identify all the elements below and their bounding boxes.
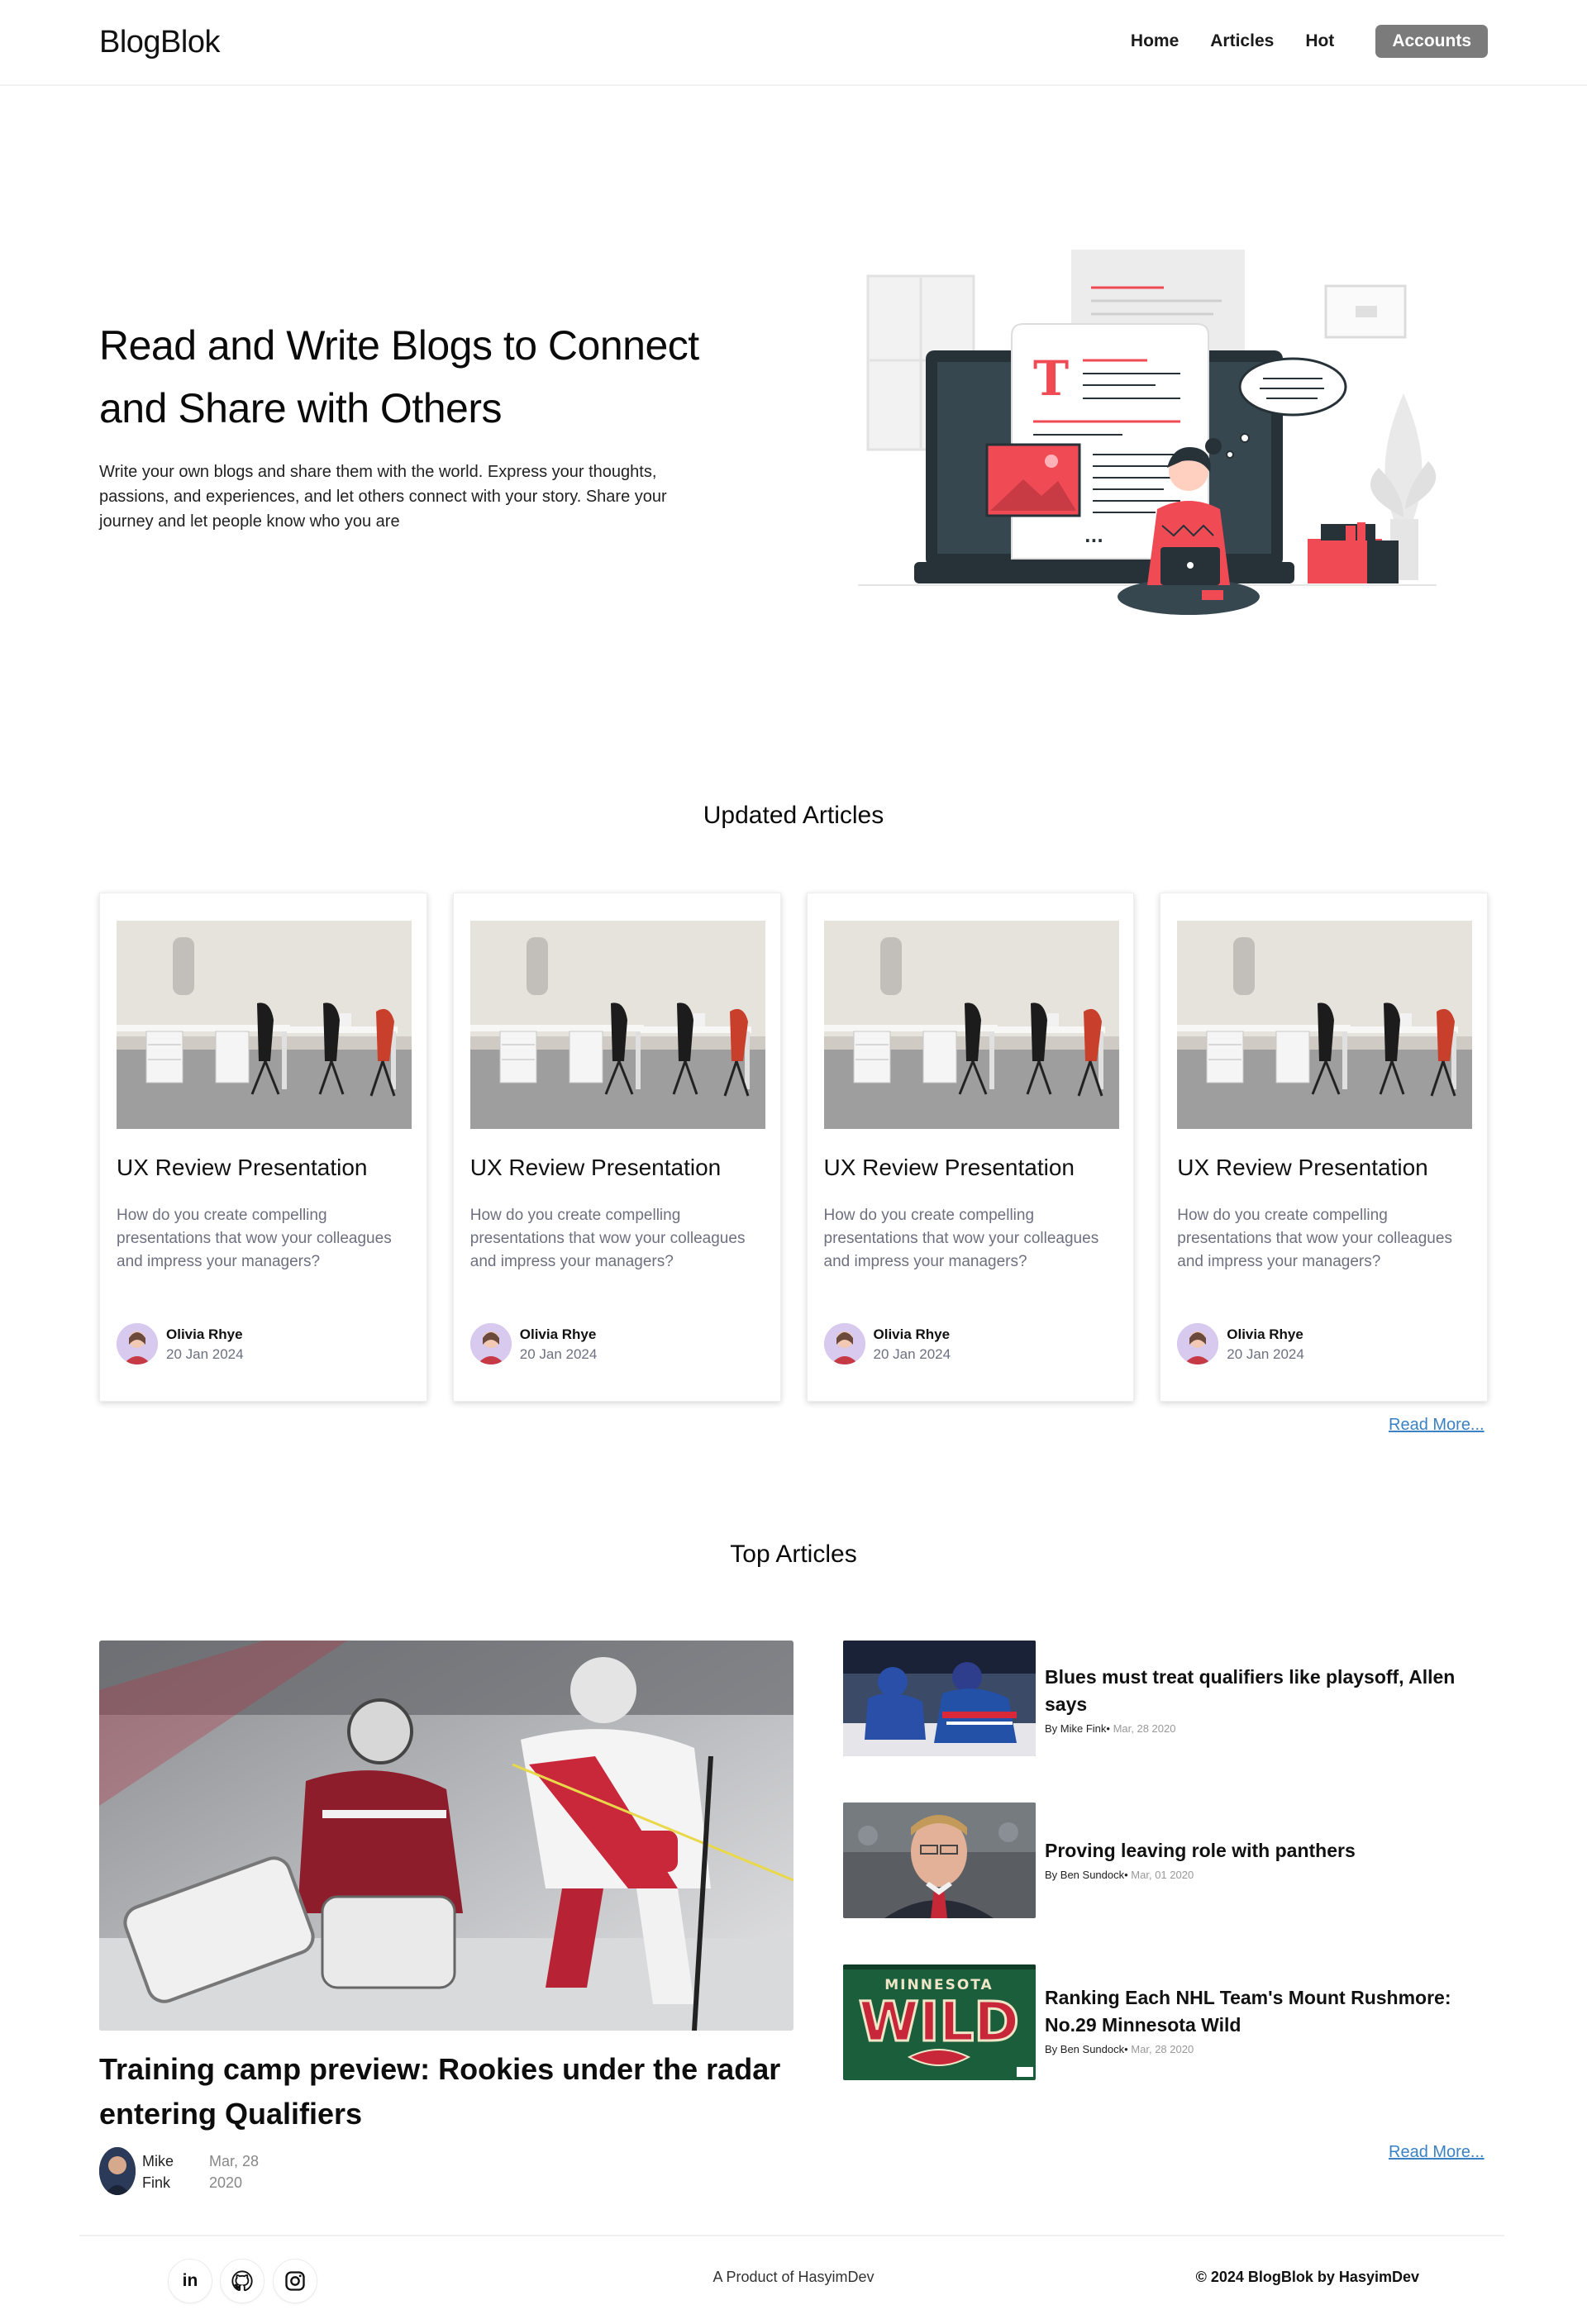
coach-portrait-photo [843, 1803, 1036, 1918]
nav-articles-link[interactable]: Articles [1210, 31, 1274, 51]
side-article-meta: By Ben Sundock• Mar, 01 2020 [1045, 1869, 1194, 1881]
author-name: Olivia Rhye [1227, 1326, 1303, 1342]
updated-articles-grid: UX Review Presentation How do you create… [99, 893, 1488, 1402]
nav-links: Home Articles Hot Accounts [1099, 25, 1488, 58]
article-date: 20 Jan 2024 [166, 1346, 244, 1362]
brand-logo[interactable]: BlogBlok [99, 25, 220, 60]
article-card[interactable]: UX Review Presentation How do you create… [1160, 893, 1488, 1402]
side-article-title[interactable]: Blues must treat qualifiers like playsof… [1045, 1664, 1488, 1718]
avatar [823, 1323, 865, 1364]
svg-text:...: ... [1084, 526, 1103, 546]
author-name: By Ben Sundock [1045, 1869, 1125, 1881]
author-name: Olivia Rhye [519, 1326, 597, 1342]
avatar [99, 2147, 136, 2195]
svg-text:T: T [1033, 350, 1069, 407]
top-navbar: BlogBlok Home Articles Hot Accounts [0, 0, 1587, 86]
card-title[interactable]: UX Review Presentation [470, 1155, 768, 1181]
nav-home-link[interactable]: Home [1131, 31, 1179, 51]
avatar [1177, 1323, 1219, 1364]
hero-title: Read and Write Blogs to Connect and Shar… [99, 322, 699, 431]
side-article-item[interactable]: MINNESOTA WILD Ranking Each NHL Team's M… [843, 1964, 1488, 2080]
card-description: How do you create compelling presentatio… [823, 1207, 1099, 1270]
article-date: 20 Jan 2024 [1227, 1346, 1304, 1362]
top-articles-title: Top Articles [730, 1541, 857, 1568]
article-date: 20 Jan 2024 [873, 1346, 951, 1362]
card-author: Olivia Rhye 20 Jan 2024 [469, 1323, 768, 1366]
hero-illustration: T ... [858, 250, 1437, 615]
side-article-item[interactable]: Proving leaving role with panthers By Be… [843, 1803, 1488, 1918]
footer-divider [79, 2235, 1504, 2236]
feature-article-author: Mike Fink Mar, 28 2020 [99, 2147, 347, 2197]
office-photo [823, 921, 1119, 1129]
article-card[interactable]: UX Review Presentation How do you create… [452, 893, 781, 1402]
avatar [469, 1323, 512, 1364]
hockey-feature-photo[interactable] [99, 1641, 794, 2031]
footer-copyright: © 2024 BlogBlok by HasyimDev [1195, 2269, 1419, 2285]
top-read-more-link[interactable]: Read More... [1389, 2143, 1485, 2162]
card-author: Olivia Rhye 20 Jan 2024 [823, 1323, 1122, 1366]
article-date: Mar, 01 2020 [1131, 1869, 1194, 1881]
author-name: Olivia Rhye [873, 1326, 951, 1342]
article-card[interactable]: UX Review Presentation How do you create… [806, 893, 1135, 1402]
avatar [117, 1323, 158, 1364]
author-name: Olivia Rhye [166, 1326, 243, 1342]
author-name: Mike Fink [142, 2153, 174, 2191]
side-article-meta: By Ben Sundock• Mar, 28 2020 [1045, 2043, 1194, 2055]
article-date: 20 Jan 2024 [519, 1346, 598, 1362]
side-article-item[interactable]: Blues must treat qualifiers like playsof… [843, 1641, 1488, 1756]
minnesota-wild-logo: MINNESOTA WILD [843, 1964, 1036, 2080]
card-title[interactable]: UX Review Presentation [824, 1155, 1122, 1181]
hero-description: Write your own blogs and share them with… [99, 463, 667, 531]
svg-text:WILD: WILD [859, 1990, 1019, 2054]
card-author: Olivia Rhye 20 Jan 2024 [1177, 1323, 1475, 1366]
article-date: Mar, 28 2020 [1131, 2043, 1194, 2055]
article-card[interactable]: UX Review Presentation How do you create… [99, 893, 427, 1402]
hockey-goalie-photo [843, 1641, 1036, 1756]
office-photo [469, 921, 765, 1129]
feature-article-title[interactable]: Training camp preview: Rookies under the… [99, 2047, 794, 2136]
accounts-button[interactable]: Accounts [1375, 25, 1488, 58]
side-article-title[interactable]: Ranking Each NHL Team's Mount Rushmore: … [1045, 1984, 1488, 2039]
card-title[interactable]: UX Review Presentation [1177, 1155, 1475, 1181]
updated-articles-title: Updated Articles [703, 802, 884, 829]
side-article-title[interactable]: Proving leaving role with panthers [1045, 1837, 1488, 1864]
card-author: Olivia Rhye 20 Jan 2024 [117, 1323, 414, 1366]
article-date: Mar, 28 2020 [1113, 1722, 1176, 1735]
updated-read-more-link[interactable]: Read More... [1389, 1416, 1485, 1435]
card-description: How do you create compelling presentatio… [469, 1207, 746, 1270]
card-description: How do you create compelling presentatio… [117, 1207, 392, 1270]
author-name: By Ben Sundock [1045, 2043, 1125, 2055]
article-date: Mar, 28 2020 [209, 2153, 260, 2191]
office-photo [117, 921, 412, 1129]
nav-hot-link[interactable]: Hot [1305, 31, 1334, 51]
office-photo [1177, 921, 1473, 1129]
author-name: By Mike Fink [1045, 1722, 1107, 1735]
side-article-meta: By Mike Fink• Mar, 28 2020 [1045, 1722, 1176, 1735]
card-title[interactable]: UX Review Presentation [117, 1155, 414, 1181]
card-description: How do you create compelling presentatio… [1177, 1207, 1452, 1270]
